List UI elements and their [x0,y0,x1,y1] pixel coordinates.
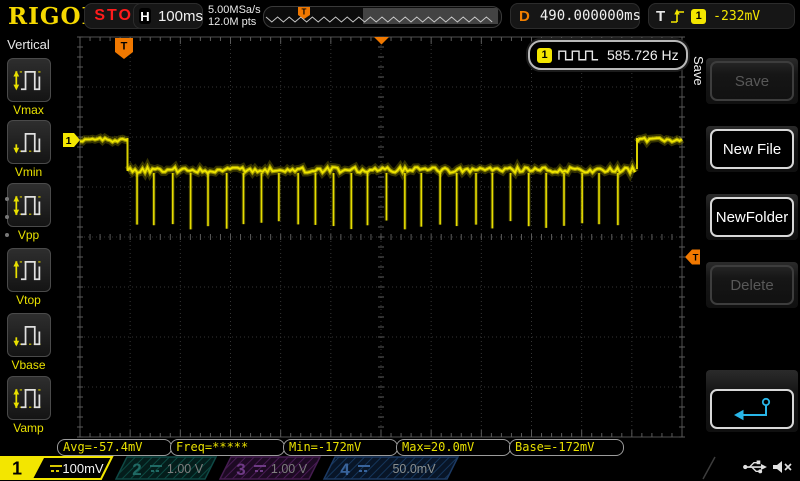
thumb-trigger-marker: T [298,7,310,19]
svg-text:1: 1 [66,135,72,147]
svg-text:T: T [693,253,699,264]
channel-1-number: 1 [12,459,22,479]
vbase-label: Vbase [11,358,46,372]
trigger-source-badge: 1 [691,8,707,24]
channel-4-tab[interactable]: 4 50.0mV [322,456,460,480]
channel-1-scale: 100mV [62,461,104,476]
vmin-label: Vmin [14,165,43,179]
trigger-box: T 1 -232mV [648,3,795,29]
vamp-icon [6,376,51,420]
slot-new-folder: NewFolder [706,194,798,240]
menu-item-vbase[interactable]: Vbase [0,313,57,372]
slot-save: Save [706,58,798,104]
channel-2-tab[interactable]: 2 1.00 V [114,456,218,480]
acquisition-info: 5.00MSa/s 12.0M pts [208,4,261,28]
vtop-label: Vtop [16,293,41,307]
usb-icon [742,458,768,481]
horizontal-scale-box: H 100ms [133,3,203,29]
delay-label: D [519,7,530,25]
channel-2-scale: 1.00 V [167,462,204,476]
frequency-value: 585.726 Hz [607,47,679,63]
trigger-level-value: -232mV [713,8,761,24]
rising-edge-icon [671,8,685,23]
trigger-label: T [656,7,666,25]
measurement-base: Base=-172mV [509,439,624,456]
menu-tab-save: Save [691,56,706,86]
page-indicator-dot [5,197,9,201]
vamp-label: Vamp [13,421,44,435]
save-button[interactable]: Save [710,61,794,101]
slot-back [706,370,798,432]
frequency-counter-badge: 1 585.726 Hz [528,40,688,70]
channel-status-bar: 1 100mV 2 1.00 V 3 1.00 V 4 50.0mV [0,456,716,480]
channel-4-scale: 50.0mV [392,462,436,476]
left-menu-title: Vertical [7,37,50,52]
measurement-freq: Freq=***** [170,439,285,456]
channel-3-tab[interactable]: 3 1.00 V [218,456,322,480]
svg-text:T: T [302,8,307,17]
measurement-max: Max=20.0mV [396,439,511,456]
page-indicator-dot [5,233,9,237]
new-folder-button[interactable]: NewFolder [710,197,794,237]
page-indicator-dot [5,215,9,219]
horizontal-label: H [139,8,151,24]
waveform-display: T T 1 [63,36,700,438]
center-position-indicator [374,37,389,45]
measurement-min: Min=-172mV [283,439,398,456]
header-bar: RIGOL STOP H 100ms 5.00MSa/s 12.0M pts T… [0,0,800,32]
menu-item-vamp[interactable]: Vamp [0,376,57,435]
slot-new-file: New File [706,126,798,172]
vtop-icon [6,248,51,292]
sample-rate: 5.00MSa/s [208,4,261,16]
delay-value: 490.000000ms [539,8,641,24]
trigger-position-marker[interactable]: T [115,38,133,59]
vmax-label: Vmax [13,103,44,117]
channel-2-number: 2 [132,460,141,479]
measurement-avg: Avg=-57.4mV [57,439,172,456]
svg-text:T: T [121,41,128,53]
memory-depth: 12.0M pts [208,16,257,28]
channel-3-scale: 1.00 V [271,462,308,476]
vbase-icon [6,313,51,357]
memory-waveform-preview: T [265,7,498,24]
horizontal-scale-value: 100ms [157,7,203,25]
status-divider [702,456,716,480]
menu-item-vtop[interactable]: Vtop [0,248,57,307]
square-wave-icon [558,50,599,61]
speaker-muted-icon [770,458,794,481]
channel-3-number: 3 [236,460,245,479]
channel-1-tab[interactable]: 1 100mV [0,456,114,480]
trigger-level-marker[interactable]: T [685,249,700,265]
new-file-button[interactable]: New File [710,129,794,169]
vpp-icon [6,183,51,227]
delete-button[interactable]: Delete [710,265,794,305]
channel-1-offset-marker[interactable]: 1 [63,133,80,147]
slot-delete: Delete [706,262,798,308]
vmin-icon [6,120,51,164]
vmax-icon [6,58,51,102]
back-button[interactable] [710,389,794,429]
menu-item-vmax[interactable]: Vmax [0,58,57,117]
left-measure-menu: Vertical Vmax Vmin Vpp Vtop Vbase Vamp [0,32,57,456]
menu-item-vmin[interactable]: Vmin [0,120,57,179]
delay-box: D 490.000000ms [510,3,641,29]
channel-4-number: 4 [340,460,350,479]
oscilloscope-screen: { "header": { "logo": "RIGOL", "run_stat… [0,0,800,480]
freq-source-badge: 1 [537,47,552,63]
return-arrow-icon [734,397,771,420]
displayed-window-region [363,8,498,24]
memory-position-bar[interactable]: T [263,6,502,28]
